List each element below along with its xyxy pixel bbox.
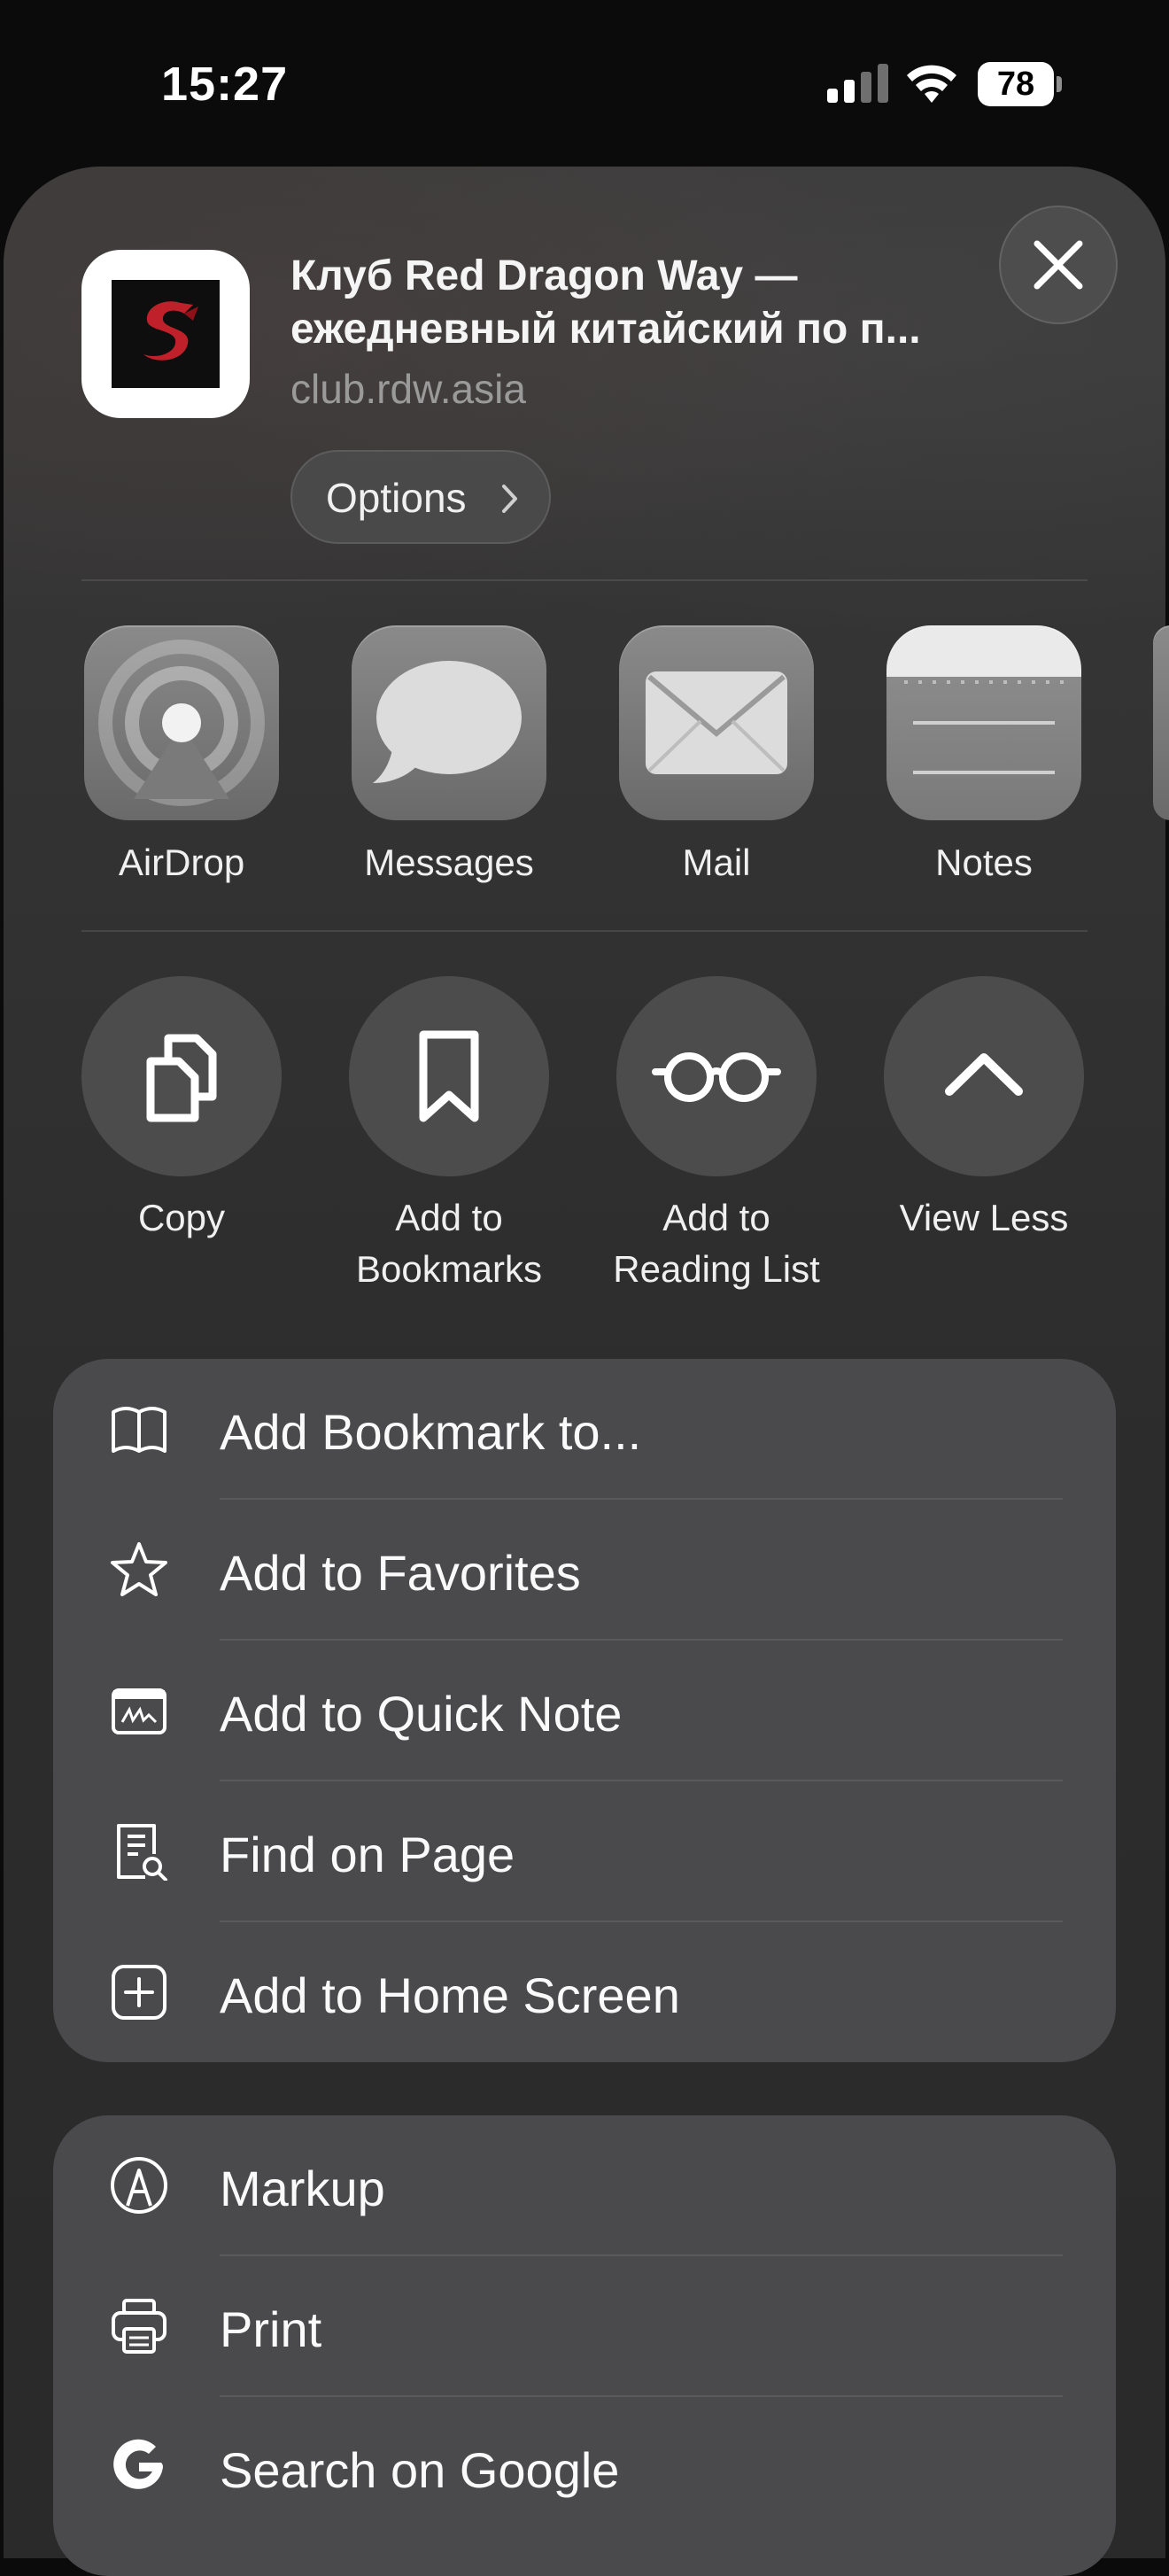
close-icon <box>1034 240 1083 290</box>
glasses-icon <box>652 1052 781 1102</box>
actions-list-1: Add Bookmark to... Add to Favorites Add … <box>53 1359 1116 2062</box>
options-label: Options <box>326 475 467 521</box>
quick-note-icon <box>112 1688 166 1734</box>
status-time: 15:27 <box>161 58 289 111</box>
airdrop-app[interactable] <box>84 625 279 820</box>
airdrop-icon <box>98 640 265 806</box>
view-less-label: View Less <box>899 1197 1069 1238</box>
page-title-line1: Клуб Red Dragon Way — <box>290 252 798 299</box>
list-item-find-on-page[interactable]: Find on Page <box>53 1781 1116 1922</box>
copy-label: Copy <box>137 1197 226 1238</box>
messages-app[interactable] <box>352 625 546 820</box>
more-app-partial[interactable] <box>1153 625 1169 820</box>
battery-level: 78 <box>978 62 1054 106</box>
notes-icon <box>904 680 1064 774</box>
bookmark-icon <box>419 1030 479 1122</box>
page-domain: club.rdw.asia <box>290 366 526 412</box>
add-to-reading-list-button[interactable] <box>616 976 817 1176</box>
list-item-add-bookmark-to[interactable]: Add Bookmark to... <box>53 1359 1116 1500</box>
copy-icon <box>146 1034 217 1122</box>
divider <box>81 579 1088 581</box>
cellular-signal-icon <box>827 64 888 103</box>
divider <box>81 930 1088 932</box>
find-on-page-icon <box>117 1824 167 1881</box>
add-to-bookmarks-label: Add to Bookmarks <box>355 1197 543 1290</box>
close-button[interactable] <box>999 206 1118 324</box>
status-bar: 15:27 78 <box>0 0 1169 168</box>
wifi-icon <box>907 65 956 103</box>
add-to-bookmarks-button[interactable] <box>349 976 549 1176</box>
page-title-line2: ежедневный китайский по п... <box>290 306 921 353</box>
notes-label: Notes <box>935 842 1033 883</box>
messages-icon <box>373 661 522 783</box>
printer-icon <box>112 2299 166 2354</box>
page-title: Клуб Red Dragon Way — ежедневный китайск… <box>290 250 999 356</box>
copy-button[interactable] <box>81 976 282 1176</box>
airdrop-label: AirDrop <box>118 842 245 883</box>
list-item-print[interactable]: Print <box>53 2256 1116 2397</box>
star-icon <box>111 1542 167 1596</box>
list-item-search-on-google[interactable]: Search on Google <box>53 2397 1116 2538</box>
add-to-reading-list-label: Add to Reading List <box>613 1197 820 1290</box>
add-square-icon <box>112 1965 166 2020</box>
site-icon <box>81 250 250 418</box>
battery-icon: 78 <box>978 62 1063 106</box>
view-less-button[interactable] <box>884 976 1084 1176</box>
google-icon <box>113 2439 163 2489</box>
list-item-add-to-favorites[interactable]: Add to Favorites <box>53 1500 1116 1641</box>
mail-label: Mail <box>682 842 751 883</box>
mail-icon <box>646 671 787 774</box>
markup-icon <box>111 2157 167 2214</box>
list-item-markup[interactable]: Markup <box>53 2115 1116 2256</box>
red-dragon-logo <box>112 280 220 388</box>
options-button[interactable]: Options <box>290 450 551 544</box>
book-icon <box>112 1407 166 1453</box>
mail-app[interactable] <box>619 625 814 820</box>
chevron-up-icon <box>945 1053 1023 1096</box>
chevron-right-icon <box>502 485 517 513</box>
notes-app[interactable] <box>886 625 1081 820</box>
messages-label: Messages <box>364 842 534 883</box>
list-item-add-to-quick-note[interactable]: Add to Quick Note <box>53 1641 1116 1781</box>
actions-list-2: Markup Print Search on Google <box>53 2115 1116 2576</box>
list-item-add-to-home-screen[interactable]: Add to Home Screen <box>53 1922 1116 2062</box>
